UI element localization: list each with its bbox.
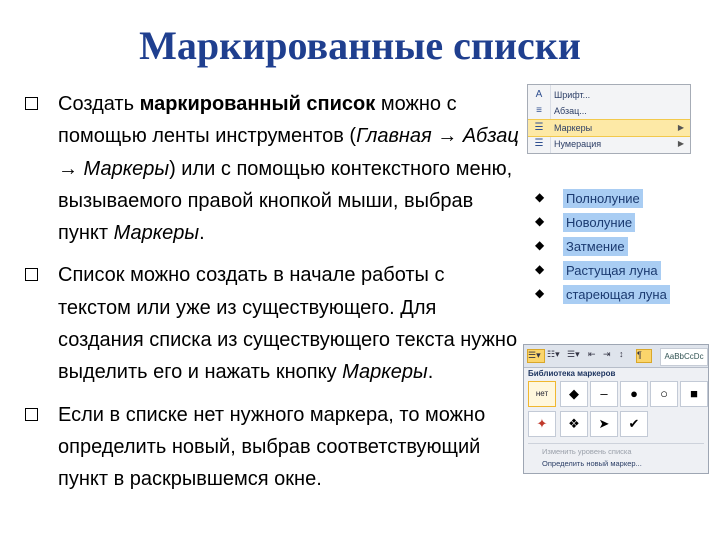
menu-item-label: Нумерация <box>554 139 602 149</box>
bullet-text-run: Список можно создать в начале работы с т… <box>58 264 518 384</box>
diamond-bullet-icon: ◆ <box>535 190 545 204</box>
multilevel-list-icon[interactable]: ☰▾ <box>567 349 583 361</box>
diamond-bullet-icon: ◆ <box>535 238 545 252</box>
marker-library-panel: ☰▾ ☷▾ ☰▾ ⇤ ⇥ ↕ ¶ AaBbCcDc Библиотека мар… <box>523 344 709 474</box>
define-new-marker-item[interactable]: Определить новый маркер... <box>542 459 642 468</box>
marker-none-option[interactable]: нет <box>528 381 556 407</box>
increase-indent-icon[interactable]: ⇥ <box>603 349 615 361</box>
bullet-text-run: . <box>427 361 434 384</box>
menu-item-bullets[interactable]: ☰ Маркеры ▶ <box>528 119 690 137</box>
paragraph-icon: ≡ <box>536 105 542 116</box>
font-icon: A <box>535 89 543 100</box>
bullet-text-run: . <box>199 222 205 245</box>
list-item-label: Затмение <box>563 237 628 256</box>
bullet-item-2: Список можно создать в начале работы с т… <box>22 259 522 388</box>
bullet-text-run: Маркеры <box>342 361 428 384</box>
checkmark-marker-icon[interactable]: ✔ <box>620 411 648 437</box>
list-item-label: стареющая луна <box>563 285 670 304</box>
decrease-indent-icon[interactable]: ⇤ <box>588 349 600 361</box>
sort-icon[interactable]: ↕ <box>619 349 631 361</box>
bullet-text-run: Создать <box>58 93 140 115</box>
dash-marker-icon[interactable]: – <box>590 381 618 407</box>
bullet-text-run: Маркеры <box>113 222 200 245</box>
star-marker-icon[interactable]: ✦ <box>528 411 556 437</box>
four-diamond-marker-icon[interactable]: ❖ <box>560 411 588 437</box>
bullets-button-icon[interactable]: ☰▾ <box>527 349 545 363</box>
numbering-button-icon[interactable]: ☷▾ <box>547 349 563 361</box>
list-item-label: Растущая луна <box>563 261 661 280</box>
submenu-arrow-icon: ▶ <box>677 139 684 148</box>
style-preview[interactable]: AaBbCcDc <box>660 348 708 366</box>
bullet-list: Создать маркированный список можно с пом… <box>22 88 522 506</box>
menu-item-label: Маркеры <box>554 123 593 133</box>
bullet-text-1: Создать маркированный список можно с пом… <box>58 88 522 249</box>
bullet-text-2: Список можно создать в начале работы с т… <box>58 259 522 388</box>
diamond-bullet-icon: ◆ <box>535 286 545 300</box>
diamond-bullet-icon: ◆ <box>535 262 545 276</box>
bullet-text-3: Если в списке нет нужного маркера, то мо… <box>58 399 522 496</box>
arrow-marker-icon[interactable]: ➤ <box>590 411 618 437</box>
bullet-item-1: Создать маркированный список можно с пом… <box>22 88 522 249</box>
list-item-label: Новолуние <box>563 213 636 232</box>
diamond-marker-icon[interactable]: ◆ <box>560 381 588 407</box>
menu-item-font[interactable]: A Шрифт... <box>528 87 690 103</box>
list-item-label: Полнолуние <box>563 189 643 208</box>
library-title: Библиотека маркеров <box>528 369 616 378</box>
bullet-item-3: Если в списке нет нужного маркера, то мо… <box>22 399 522 496</box>
bullet-text-run: Если в списке нет нужного маркера, то мо… <box>58 403 486 491</box>
checkbox-bullet-icon <box>25 407 38 421</box>
menu-item-label: Абзац... <box>554 106 587 116</box>
menu-item-paragraph[interactable]: ≡ Абзац... <box>528 103 690 119</box>
menu-item-label: Шрифт... <box>554 90 591 100</box>
filled-circle-marker-icon[interactable]: ● <box>620 381 648 407</box>
checkbox-bullet-icon <box>25 97 38 110</box>
bullet-text-run: маркированный список <box>139 93 376 115</box>
square-marker-icon[interactable]: ■ <box>680 381 708 407</box>
hollow-circle-marker-icon[interactable]: ○ <box>650 381 678 407</box>
pilcrow-icon[interactable]: ¶ <box>636 349 652 363</box>
context-menu: A Шрифт... ≡ Абзац... ☰ Маркеры ▶ ☰ Нуме… <box>527 84 691 154</box>
ribbon-toolbar: ☰▾ ☷▾ ☰▾ ⇤ ⇥ ↕ ¶ AaBbCcDc <box>524 345 708 368</box>
numbering-icon: ☰ <box>534 138 544 149</box>
change-list-level-item[interactable]: Изменить уровень списка <box>542 447 632 456</box>
submenu-arrow-icon: ▶ <box>677 123 684 132</box>
diamond-bullet-icon: ◆ <box>535 214 545 228</box>
divider <box>528 443 704 444</box>
bullets-icon: ☰ <box>534 122 544 133</box>
page-title: Маркированные списки <box>139 23 581 68</box>
checkbox-bullet-icon <box>25 268 38 282</box>
menu-item-numbering[interactable]: ☰ Нумерация ▶ <box>528 136 690 152</box>
